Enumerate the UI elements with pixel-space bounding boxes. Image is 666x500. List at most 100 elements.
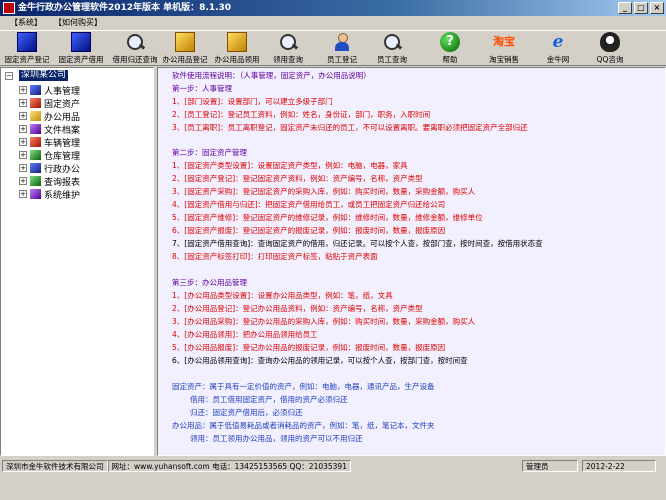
minimize-button[interactable]: _	[618, 2, 632, 14]
taobao-icon: 淘宝	[493, 35, 515, 48]
tree-item-label: 车辆管理	[44, 138, 81, 149]
status-contact: 网址：www.yuhansoft.com 电话：13425153565 QQ：2…	[107, 460, 351, 472]
qq-consult-button[interactable]: QQ咨询	[592, 32, 628, 66]
tree-item-system-maintenance[interactable]: + 系统维护	[19, 188, 81, 201]
gear-icon	[30, 189, 41, 199]
use-query-button[interactable]: 领用查询	[268, 32, 308, 66]
supplies-use-button[interactable]: 办公用品领用	[212, 32, 262, 66]
toolbar-label: 固定资产借用	[58, 55, 104, 64]
title-bar: 金牛行政办公管理软件2012年版本 单机版：8.1.30 _ □ ×	[0, 0, 666, 16]
expand-icon[interactable]: +	[19, 86, 27, 94]
collapse-icon[interactable]: −	[5, 71, 13, 80]
tree-item-admin-office[interactable]: + 行政办公	[19, 162, 81, 175]
expand-icon[interactable]: +	[19, 164, 27, 172]
tree-item-label: 文件档案	[44, 125, 81, 136]
tree-item-fixed-assets[interactable]: + 固定资产	[19, 97, 81, 110]
step3-line5: 5、[办公用品报废]：登记办公用品的报废记录，例如：报废时间，数量，报废原因	[172, 343, 446, 352]
step3-line1: 1、[办公用品类型设置]：设置办公用品类型，例如：笔，纸，文具	[172, 291, 393, 300]
definition-office-supplies: 办公用品：属于低值易耗品或者消耗品的资产，例如：笔，纸，笔记本，文件夹	[172, 421, 435, 430]
tree-item-office-supplies[interactable]: + 办公用品	[19, 110, 81, 123]
menu-system[interactable]: 【系统】	[4, 16, 48, 29]
toolbar: 固定资产登记 固定资产借用 借用归还查询 办公用品登记 办公用品领用 领用查询 …	[0, 30, 666, 66]
tree-item-label: 固定资产	[44, 99, 81, 110]
intro-heading: 软件使用流程说明：（人事管理，固定资产，办公用品说明）	[172, 71, 371, 80]
tree-item-warehouse[interactable]: + 仓库管理	[19, 149, 81, 162]
step2-line1: 1、[固定资产类型设置]：设置固定资产类型，例如：电脑，电器，家具	[172, 161, 408, 170]
folder-icon	[30, 163, 41, 173]
tree-root[interactable]: − 深圳某公司	[5, 70, 69, 81]
step1-line1: 1、[部门设置]：设置部门，可以建立多级子部门	[172, 97, 333, 106]
employee-register-button[interactable]: 员工登记	[322, 32, 362, 66]
chart-icon	[30, 176, 41, 186]
toolbar-label: 员工查询	[377, 55, 407, 64]
step2-heading: 第二步：固定资产管理	[172, 148, 247, 157]
step1-heading: 第一步：人事管理	[172, 84, 232, 93]
car-icon	[30, 137, 41, 147]
tree-root-label[interactable]: 深圳某公司	[19, 70, 69, 81]
yellow-cube-icon	[175, 32, 195, 52]
asset-register-button[interactable]: 固定资产登记	[2, 32, 52, 66]
menu-bar: 【系统】 【如何购买】	[0, 16, 666, 29]
asset-borrow-button[interactable]: 固定资产借用	[56, 32, 106, 66]
employee-query-button[interactable]: 员工查询	[372, 32, 412, 66]
definition-use: 领用：员工领用办公用品，领用的资产可以不用归还	[190, 434, 363, 443]
expand-icon[interactable]: +	[19, 125, 27, 133]
close-button[interactable]: ×	[650, 2, 664, 14]
expand-icon[interactable]: +	[19, 138, 27, 146]
magnifier-icon	[125, 32, 145, 52]
tree-item-label: 查询报表	[44, 177, 81, 188]
tree-item-label: 仓库管理	[44, 151, 81, 162]
tree-item-reports[interactable]: + 查询报表	[19, 175, 81, 188]
borrow-return-query-button[interactable]: 借用归还查询	[110, 32, 160, 66]
step2-line8: 8、[固定资产标签打印]：打印固定资产标签，粘贴于资产表面	[172, 252, 378, 261]
tree-item-label: 行政办公	[44, 164, 81, 175]
toolbar-label: 借用归还查询	[112, 55, 158, 64]
toolbar-label: 员工登记	[327, 55, 357, 64]
menu-how-to-buy[interactable]: 【如何购买】	[48, 16, 108, 29]
toolbar-label: 领用查询	[273, 55, 303, 64]
expand-icon[interactable]: +	[19, 99, 27, 107]
step2-line6: 6、[固定资产报废]：登记固定资产的报废记录，例如：报废时间，数量，报废原因	[172, 226, 446, 235]
tree-item-label: 办公用品	[44, 112, 81, 123]
app-icon	[3, 2, 15, 14]
tree-item-vehicles[interactable]: + 车辆管理	[19, 136, 81, 149]
taobao-sales-button[interactable]: 淘宝 淘宝销售	[484, 32, 524, 66]
magnifier-icon	[278, 32, 298, 52]
status-left: 深圳市金牛软件技术有限公司 网址：www.yuhansoft.com 电话：13…	[2, 460, 351, 472]
step2-line5: 5、[固定资产维修]：登记固定资产的维修记录，例如：维修时间，数量，维修金额，维…	[172, 213, 483, 222]
step3-line3: 3、[办公用品采购]：登记办公用品的采购入库，例如：购买时间，数量，采购金额，购…	[172, 317, 476, 326]
folder-icon	[30, 124, 41, 134]
blue-cube-icon	[17, 32, 37, 52]
qq-icon	[600, 32, 620, 52]
tree-item-documents[interactable]: + 文件档案	[19, 123, 81, 136]
expand-icon[interactable]: +	[19, 112, 27, 120]
supplies-register-button[interactable]: 办公用品登记	[160, 32, 210, 66]
tree-item-hr[interactable]: + 人事管理	[19, 84, 80, 97]
maximize-button[interactable]: □	[634, 2, 648, 14]
person-icon	[332, 32, 352, 52]
expand-icon[interactable]: +	[19, 151, 27, 159]
status-company: 深圳市金牛软件技术有限公司	[2, 460, 108, 472]
folder-icon	[30, 85, 41, 95]
help-button[interactable]: ? 帮助	[432, 32, 468, 66]
folder-icon	[30, 98, 41, 108]
step3-line6: 6、[办公用品领用查询]：查询办公用品的领用记录，可以按个人查，按部门查，按时间…	[172, 356, 468, 365]
navigation-tree: − 深圳某公司 + 人事管理 + 固定资产 + 办公用品 + 文件档案 + 车辆…	[0, 67, 154, 456]
toolbar-label: 办公用品登记	[162, 55, 208, 64]
step1-line2: 2、[员工登记]：登记员工资料，例如：姓名，身份证，部门，职务，入职时间	[172, 110, 431, 119]
jinniu-web-button[interactable]: e 金牛网	[540, 32, 576, 66]
tree-item-label: 系统维护	[44, 190, 81, 201]
window-controls: _ □ ×	[618, 2, 664, 14]
toolbar-label: 金牛网	[546, 55, 570, 64]
status-right: 管理员 2012-2-22	[522, 460, 656, 472]
folder-icon	[30, 150, 41, 160]
toolbar-label: 固定资产登记	[4, 55, 50, 64]
step2-line2: 2、[固定资产登记]：登记固定资产资料，例如：资产编号，名称，资产类型	[172, 174, 423, 183]
folder-icon	[30, 111, 41, 121]
expand-icon[interactable]: +	[19, 190, 27, 198]
step2-line4: 4、[固定资产借用与归还]：把固定资产借用给员工，或员工把固定资产归还给公司	[172, 200, 446, 209]
step2-line3: 3、[固定资产采购]：登记固定资产的采购入库，例如：购买时间，数量，采购金额，购…	[172, 187, 476, 196]
expand-icon[interactable]: +	[19, 177, 27, 185]
toolbar-label: 淘宝销售	[489, 55, 519, 64]
definition-borrow: 借用：员工借用固定资产，借用的资产必须归还	[190, 395, 348, 404]
